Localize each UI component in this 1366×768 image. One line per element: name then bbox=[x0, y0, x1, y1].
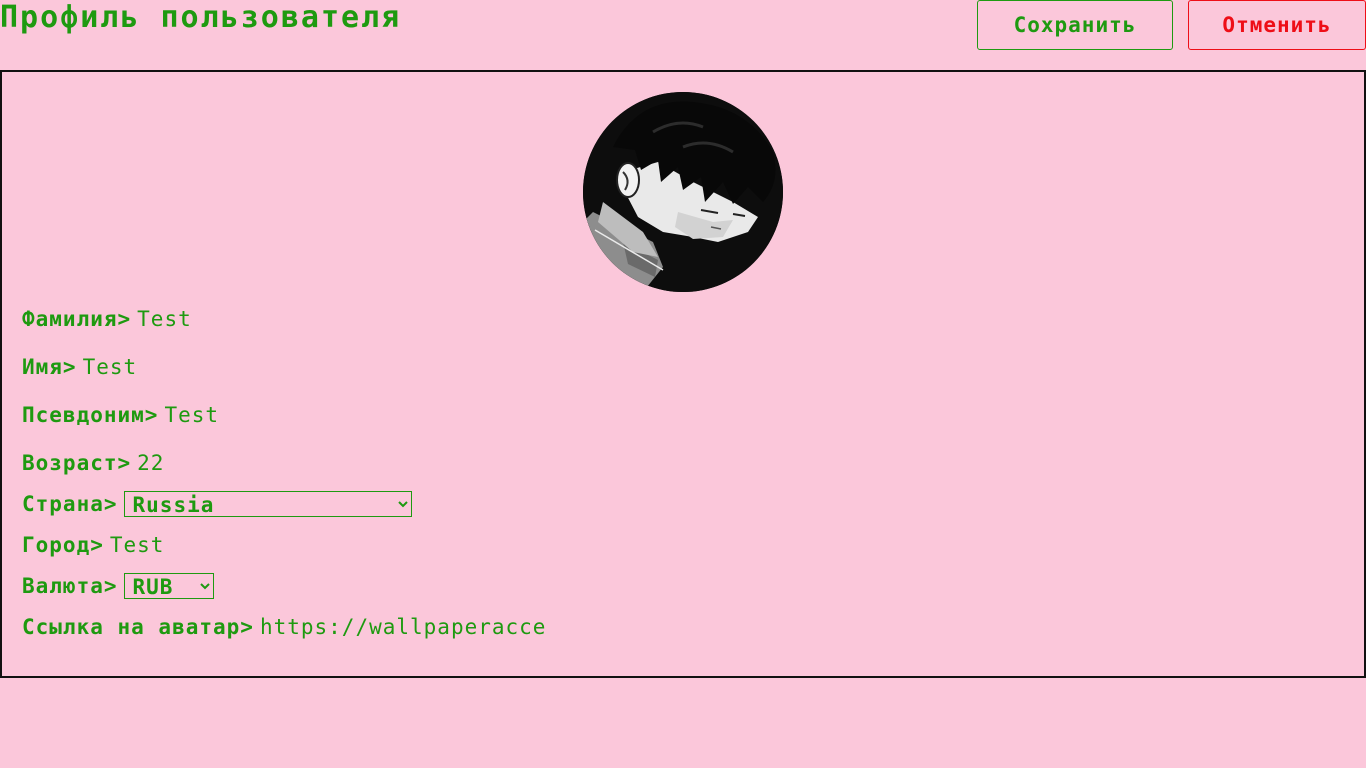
last-name-label: Фамилия> bbox=[22, 307, 132, 331]
page-title: Профиль пользователя bbox=[0, 0, 402, 35]
currency-select[interactable]: RUB bbox=[123, 573, 214, 599]
country-select[interactable]: Russia bbox=[123, 491, 412, 517]
city-label: Город> bbox=[22, 533, 104, 557]
avatar bbox=[583, 92, 783, 292]
avatar-image bbox=[583, 92, 783, 292]
currency-label: Валюта> bbox=[22, 574, 118, 598]
age-label: Возраст> bbox=[22, 451, 132, 475]
city-field: Город> Test bbox=[22, 530, 164, 560]
first-name-label: Имя> bbox=[22, 355, 77, 379]
avatar-link-field: Ссылка на аватар> https://wallpaperacce bbox=[22, 612, 546, 642]
last-name-field: Фамилия> Test bbox=[22, 304, 192, 334]
age-value[interactable]: 22 bbox=[137, 451, 164, 475]
first-name-value[interactable]: Test bbox=[83, 355, 138, 379]
currency-field: Валюта> RUB bbox=[22, 571, 214, 601]
nickname-label: Псевдоним> bbox=[22, 403, 159, 427]
cancel-button[interactable]: Отменить bbox=[1188, 0, 1366, 50]
profile-panel: Фамилия> Test Имя> Test Псевдоним> Test … bbox=[0, 70, 1366, 678]
save-button[interactable]: Сохранить bbox=[977, 0, 1173, 50]
first-name-field: Имя> Test bbox=[22, 352, 137, 382]
nickname-field: Псевдоним> Test bbox=[22, 400, 219, 430]
avatar-link-value[interactable]: https://wallpaperacce bbox=[260, 615, 547, 639]
nickname-value[interactable]: Test bbox=[164, 403, 219, 427]
country-field: Страна> Russia bbox=[22, 489, 412, 519]
last-name-value[interactable]: Test bbox=[137, 307, 192, 331]
country-label: Страна> bbox=[22, 492, 118, 516]
city-value[interactable]: Test bbox=[110, 533, 165, 557]
age-field: Возраст> 22 bbox=[22, 448, 164, 478]
avatar-link-label: Ссылка на аватар> bbox=[22, 615, 254, 639]
